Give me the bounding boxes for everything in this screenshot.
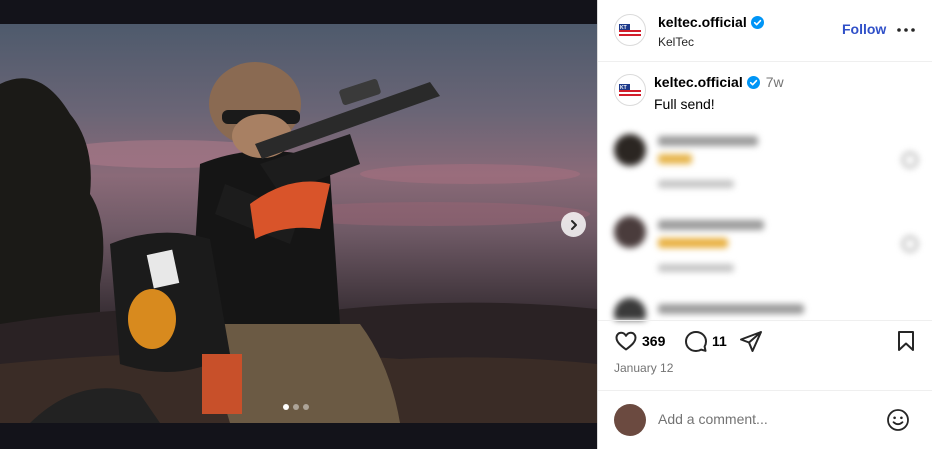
media-pane [0, 0, 597, 449]
comment-text [658, 238, 728, 248]
post-age[interactable]: 7w [766, 74, 784, 90]
carousel-indicator [283, 404, 309, 410]
carousel-dot [303, 404, 309, 410]
carousel-dot [293, 404, 299, 410]
comments-count[interactable]: 11 [712, 333, 727, 349]
follow-button[interactable]: Follow [842, 21, 886, 37]
post-header: KT keltec.official KelTec Follow [598, 0, 932, 62]
comment-like-icon[interactable] [902, 152, 918, 168]
emoji-icon [887, 409, 909, 431]
comment-meta [658, 264, 734, 272]
save-button[interactable] [895, 329, 917, 353]
username[interactable]: keltec.official [658, 14, 747, 30]
comments-list[interactable] [598, 120, 932, 320]
comment-avatar [614, 134, 646, 166]
avatar[interactable]: KT [614, 14, 646, 46]
comment-like-icon[interactable] [902, 236, 918, 252]
more-options-button[interactable] [896, 18, 916, 47]
share-icon [740, 331, 762, 352]
svg-text:KT: KT [620, 85, 627, 91]
viewer-avatar [614, 404, 646, 436]
add-comment-bar [598, 390, 932, 449]
comment-username [658, 136, 758, 146]
more-options-icon [897, 28, 915, 32]
chevron-right-icon [570, 219, 577, 230]
verified-badge-icon [746, 76, 760, 89]
caption-avatar[interactable]: KT [614, 74, 646, 106]
comment-avatar [614, 298, 646, 320]
keltec-logo: KT [619, 84, 641, 96]
post-actions: 369 11 January 12 [598, 320, 932, 386]
comment-text [658, 154, 692, 164]
post-photo[interactable] [0, 24, 597, 423]
next-slide-button[interactable] [561, 212, 586, 237]
bookmark-icon [898, 331, 914, 351]
comment-icon [685, 331, 707, 352]
comment-button[interactable]: 11 [684, 329, 727, 353]
comment-username [658, 220, 764, 230]
emoji-button[interactable] [886, 408, 910, 437]
comment-username [658, 304, 804, 314]
keltec-logo: KT [619, 24, 641, 36]
add-comment-input[interactable] [658, 411, 878, 427]
comment-meta [658, 180, 734, 188]
share-button[interactable] [739, 329, 763, 353]
post-side-panel: KT keltec.official KelTec Follow KT kelt… [597, 0, 932, 449]
carousel-dot [283, 404, 289, 410]
comment-avatar [614, 216, 646, 248]
caption-username[interactable]: keltec.official [654, 74, 743, 90]
post-viewer: KT keltec.official KelTec Follow KT kelt… [0, 0, 932, 449]
post-date[interactable]: January 12 [614, 361, 673, 375]
display-name: KelTec [658, 35, 695, 49]
caption-text: Full send! [654, 96, 715, 112]
likes-count[interactable]: 369 [642, 333, 665, 349]
like-button[interactable]: 369 [614, 329, 665, 353]
heart-icon [615, 331, 637, 351]
verified-badge-icon [750, 16, 764, 29]
svg-text:KT: KT [620, 25, 627, 31]
